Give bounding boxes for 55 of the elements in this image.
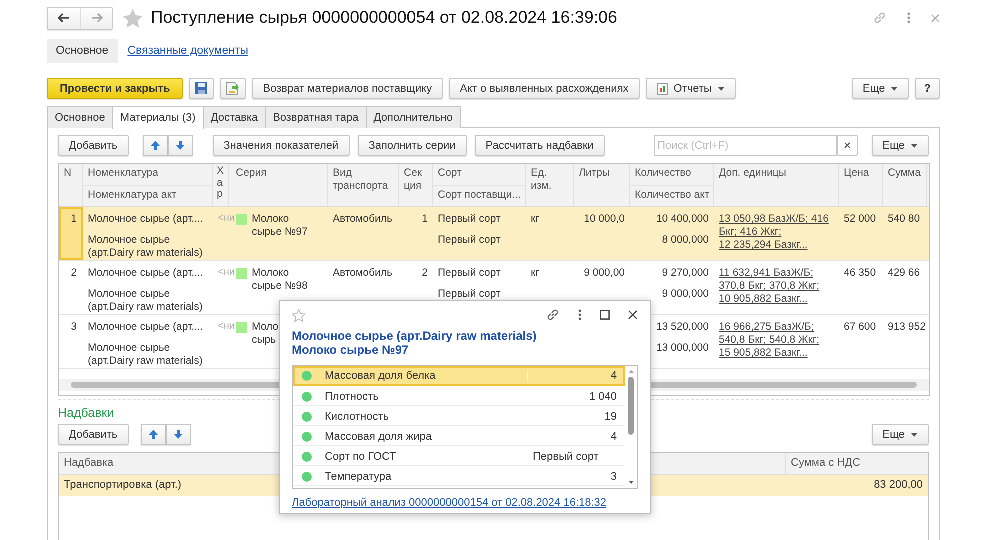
popup-title: Молочное сырье (арт.Dairy raw materials) bbox=[292, 329, 538, 343]
row-number: 2 bbox=[70, 266, 78, 281]
table-cell-text: Первый сорт bbox=[437, 266, 502, 281]
table-cell-text: Молочное сырье (арт.Dairy raw materials) bbox=[87, 287, 204, 314]
table-cell-text: Первый сорт bbox=[437, 212, 502, 227]
table-cell-text: Молочное сырье (арт.Dairy raw materials) bbox=[87, 233, 204, 260]
indicator-name: Кислотность bbox=[325, 410, 390, 422]
table-cell-text: 8 000,000 bbox=[661, 233, 710, 248]
table-cell-text: <ни bbox=[217, 212, 233, 226]
table-cell-text: 913 952 bbox=[887, 320, 927, 335]
table-cell-text: 10 400,000 bbox=[655, 212, 710, 227]
table-cell-text: <ни bbox=[217, 266, 233, 280]
table-cell-text: 2 bbox=[421, 266, 429, 281]
table-cell: Моло сырь bbox=[252, 321, 279, 347]
row-number: 1 bbox=[59, 207, 83, 260]
table-cell-text: Молочное сырье (арт.Dairy raw materials) bbox=[87, 341, 204, 368]
indicator-value: 1 040 bbox=[588, 390, 618, 402]
indicator-value: 4 bbox=[527, 370, 623, 382]
indicator-value: 19 bbox=[604, 410, 618, 422]
indicator-name: Сорт по ГОСТ bbox=[325, 450, 398, 462]
table-cell-text: 10 000,0 bbox=[583, 212, 626, 227]
table-cell-text: 46 350 bbox=[843, 266, 878, 281]
table-cell-text: 9 000,00 bbox=[583, 266, 626, 281]
table-cell-text: 429 66 bbox=[887, 266, 922, 281]
table-cell-text: Автомобиль bbox=[332, 212, 394, 227]
table-cell-text: Транспортировка (арт.) bbox=[63, 478, 183, 493]
indicator-value: Первый сорт bbox=[532, 450, 600, 462]
table-cell-text: 83 200,00 bbox=[873, 478, 924, 493]
table-cell-text: Молочное сырье (арт.... bbox=[87, 320, 204, 335]
table-cell-text: 13 000,000 bbox=[655, 341, 710, 356]
section-title: Надбавки bbox=[58, 406, 114, 420]
table-cell: Молоко сырье №98 bbox=[252, 267, 308, 293]
table-cell-text: <ни bbox=[217, 320, 233, 334]
table-cell-text: кг bbox=[530, 212, 540, 227]
table-cell: Молоко сырье №97 bbox=[252, 213, 308, 239]
table-cell-text: 67 600 bbox=[843, 320, 878, 335]
window-title: Поступление сырья 0000000000054 от 02.08.2024 16:39:06 bbox=[151, 8, 618, 28]
table-cell-text: 52 000 bbox=[843, 212, 878, 227]
table-cell-text: 1 bbox=[421, 212, 429, 227]
popup-subtitle: Молоко сырье №97 bbox=[292, 343, 410, 357]
row-number: 3 bbox=[70, 320, 78, 335]
table-cell-text: 9 270,000 bbox=[661, 266, 710, 281]
table-cell-text: 13 520,000 bbox=[655, 320, 710, 335]
table-cell-text: Первый сорт bbox=[437, 233, 502, 248]
table-cell-text: 9 000,000 bbox=[661, 287, 710, 302]
table-cell-text: Автомобиль bbox=[332, 266, 394, 281]
indicator-name: Массовая доля белка bbox=[325, 370, 437, 382]
table-cell-text: Молочное сырье (арт.... bbox=[87, 266, 204, 281]
table-cell-text: Первый сорт bbox=[437, 287, 502, 302]
table-cell-text: кг bbox=[530, 266, 540, 281]
indicator-value: 4 bbox=[610, 430, 618, 442]
table-cell-text: Молочное сырье (арт.... bbox=[87, 212, 204, 227]
indicator-name: Массовая доля жира bbox=[325, 430, 433, 442]
table-cell-text: 540 80 bbox=[887, 212, 922, 227]
indicator-name: Плотность bbox=[325, 390, 380, 402]
